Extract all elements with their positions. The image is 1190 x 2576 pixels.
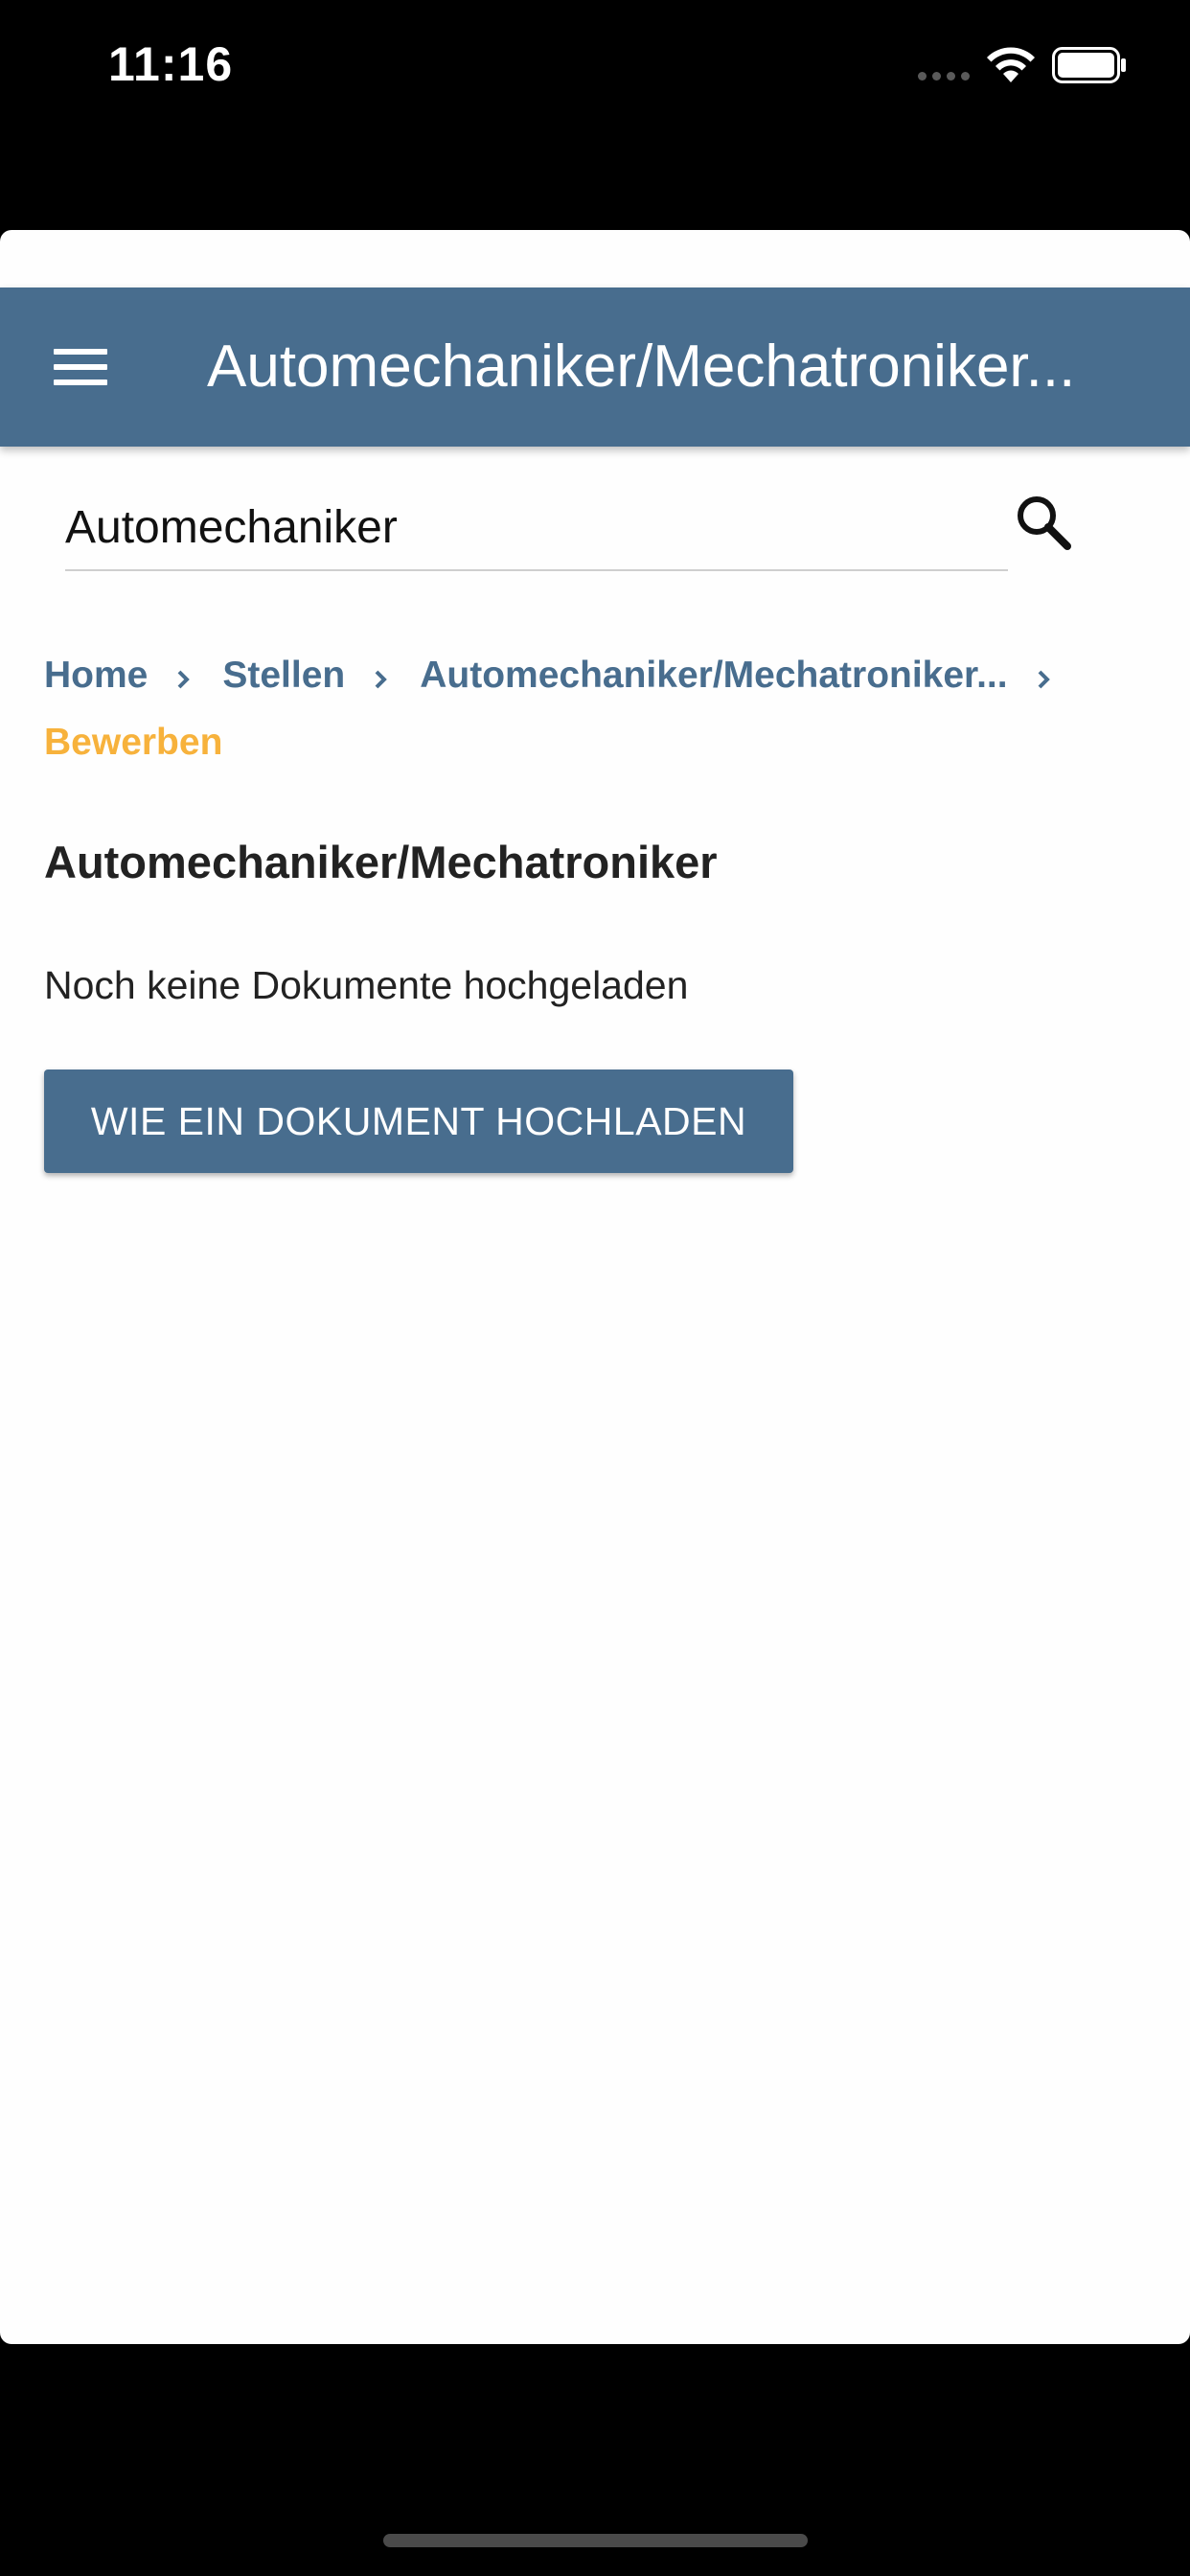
chevron-right-icon <box>177 670 191 689</box>
search-field <box>65 487 1008 571</box>
breadcrumb-home[interactable]: Home <box>44 655 148 697</box>
breadcrumb-row: Bewerben <box>44 709 1146 776</box>
app-bar: Automechaniker/Mechatroniker... <box>0 288 1190 447</box>
battery-icon <box>1052 47 1126 83</box>
breadcrumb: Home Stellen Automechaniker/Mechatronike… <box>44 642 1146 776</box>
breadcrumb-current: Bewerben <box>44 722 223 763</box>
search-icon[interactable] <box>1014 493 1073 552</box>
device-frame: 11:16 Automechaniker/Mechatroniker... Au… <box>0 0 1190 2576</box>
breadcrumb-stellen[interactable]: Stellen <box>222 655 345 697</box>
breadcrumb-job[interactable]: Automechaniker/Mechatroniker... <box>420 655 1007 697</box>
app-screen: Automechaniker/Mechatroniker... Home Ste… <box>0 230 1190 2344</box>
home-indicator[interactable] <box>383 2534 808 2547</box>
chevron-right-icon <box>375 670 388 689</box>
empty-documents-message: Noch keine Dokumente hochgeladen <box>44 963 689 1007</box>
breadcrumb-row: Home Stellen Automechaniker/Mechatronike… <box>44 642 1146 709</box>
menu-icon[interactable] <box>54 345 107 389</box>
status-time: 11:16 <box>108 37 234 91</box>
search-input[interactable] <box>65 487 1008 567</box>
chevron-right-icon <box>1038 670 1050 689</box>
upload-document-button[interactable]: WIE EIN DOKUMENT HOCHLADEN <box>44 1070 793 1173</box>
wifi-icon <box>987 47 1035 82</box>
page-title: Automechaniker/Mechatroniker <box>44 837 718 887</box>
signal-icon <box>918 72 970 80</box>
device-notch <box>293 0 897 86</box>
app-title: Automechaniker/Mechatroniker... <box>207 334 1076 400</box>
